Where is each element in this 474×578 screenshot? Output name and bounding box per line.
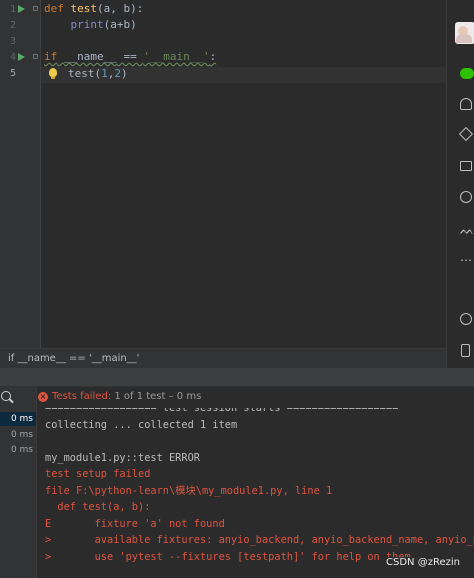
bulb-icon[interactable] [49,68,57,79]
code-line-1: def test(a, b): [44,1,143,17]
console-line-error: def test(a, b): [45,501,151,513]
operator: == [116,50,144,63]
user-icon[interactable] [460,98,472,110]
console-line: my_module1.py::test ERROR [45,452,200,464]
breadcrumb[interactable]: if __name__ == '__main__' [0,348,446,368]
console-output[interactable]: ================== test session starts =… [36,396,474,578]
code-line-5: test(1,2) [68,66,128,82]
run-test-icon[interactable] [18,5,25,13]
call: test( [68,67,102,80]
code-editor[interactable]: 1 2 3 4 5 def test(a, b): print(a+b) if … [0,0,446,348]
keyword: def [44,2,64,15]
phone-icon[interactable] [461,344,470,357]
builtin: print [70,18,104,31]
params: (a, b): [97,2,144,15]
fold-icon[interactable] [33,54,38,59]
line-number: 4 [9,52,16,63]
close-paren: ) [121,67,128,80]
run-toolbar [0,368,474,387]
code-line-4: if __name__ == '__main__': [44,49,216,65]
args: (a+b) [103,18,137,31]
aperture-icon[interactable] [460,191,472,203]
console-line-error: file F:\python-learn\模块\my_module1.py, l… [45,485,333,497]
cube-icon[interactable] [458,126,474,142]
string: '__main__' [143,50,210,63]
keyword: if [44,50,58,63]
console-line: ================== test session starts =… [45,402,399,414]
run-main-icon[interactable] [18,53,25,61]
function-name: test [70,2,98,15]
console-line-error: E fixture 'a' not found [45,518,225,530]
wave-icon[interactable]: ᨓ [460,224,474,238]
console-line-error: test setup failed [45,468,151,480]
number: 1 [101,67,108,80]
avatar[interactable] [455,22,474,44]
right-sidebar: ᨓ ⋯ [446,0,474,405]
line-number: 1 [9,4,16,15]
colon: : [209,50,217,63]
folder-icon[interactable] [460,161,472,171]
line-number: 2 [9,20,16,31]
test-time[interactable]: 0 ms [11,430,33,440]
more-icon[interactable]: ⋯ [460,254,472,266]
zoom-icon[interactable] [1,391,11,401]
compass-icon[interactable] [460,313,472,325]
line-number: 5 [9,68,16,79]
console-line: collecting ... collected 1 item [45,419,238,431]
console-line-error: > available fixtures: anyio_backend, any… [45,534,474,546]
test-time[interactable]: 0 ms [11,445,33,455]
chat-icon[interactable] [460,68,474,79]
console-line-error: > use 'pytest --fixtures [testpath]' for… [45,551,417,563]
dunder-name: __name__ [63,50,117,63]
code-line-2: print(a+b) [44,17,137,33]
number: 2 [114,67,121,80]
fold-icon[interactable] [33,6,38,11]
line-number: 3 [9,36,16,47]
gutter-separator [40,0,41,348]
test-time[interactable]: 0 ms [0,412,36,426]
watermark: CSDN @zRezin [384,557,462,568]
